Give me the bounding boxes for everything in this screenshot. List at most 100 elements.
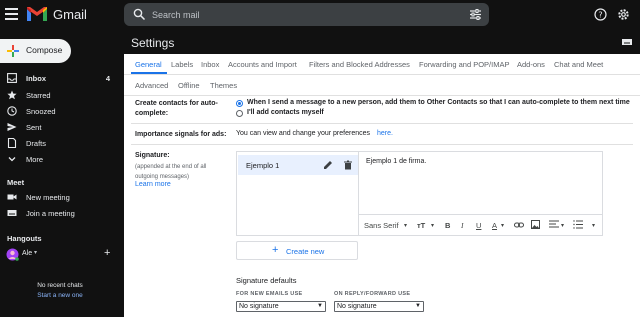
font-size-icon[interactable]: тT [417,221,425,230]
add-contact-icon[interactable]: + [104,247,110,259]
tab-themes[interactable]: Themes [210,81,237,97]
align-icon[interactable] [549,220,559,229]
chevron-down-icon [8,157,16,162]
sidebar-item-drafts[interactable]: Drafts [0,135,118,151]
tab-advanced[interactable]: Advanced [135,81,168,97]
avatar [6,248,19,261]
more-formatting-icon[interactable]: ▾ [592,222,595,229]
compose-button[interactable]: Compose [0,39,71,63]
draft-icon [7,138,17,148]
font-family-select[interactable]: Sans Serif [364,221,399,230]
sidebar-item-new-meeting[interactable]: New meeting [0,189,118,205]
importance-label: Importance signals for ads: [135,131,227,138]
gmail-logo-icon[interactable] [26,6,48,22]
create-new-signature-button[interactable]: + Create new [236,241,358,260]
sidebar-item-sent[interactable]: Sent [0,119,118,135]
signature-list-item[interactable]: Ejemplo 1 [238,155,358,175]
row-divider [131,123,633,124]
reply-forward-signature-select[interactable]: No signature ▼ [334,301,424,312]
new-emails-signature-select[interactable]: No signature ▼ [236,301,326,312]
tab-chat-meet[interactable]: Chat and Meet [554,60,603,76]
edit-icon[interactable] [323,160,333,170]
star-icon [7,90,17,100]
signature-editor: Ejemplo 1 Ejemplo 1 de firma. Sans Serif… [236,151,603,236]
sidebar-item-label: Inbox [26,73,46,83]
sidebar-item-snoozed[interactable]: Snoozed [0,103,118,119]
signature-defaults-title: Signature defaults [236,276,297,285]
create-contacts-auto-label: When I send a message to a new person, a… [247,99,630,106]
create-contacts-auto-radio[interactable] [236,100,243,107]
tab-labels[interactable]: Labels [171,60,193,76]
signature-list: Ejemplo 1 [237,152,359,235]
create-contacts-manual-label: I'll add contacts myself [247,109,324,116]
underline-icon[interactable]: U [476,221,481,230]
sidebar-item-join-meeting[interactable]: Join a meeting [0,205,118,221]
create-new-label: Create new [286,247,325,256]
plus-icon: + [272,244,279,256]
search-input[interactable] [152,7,452,22]
settings-tabs-row1: General Labels Inbox Accounts and Import… [124,59,640,75]
search-options-icon[interactable] [469,8,482,21]
new-meeting-label: New meeting [26,192,70,202]
reply-forward-signature-value: No signature [337,303,377,310]
new-emails-label: FOR NEW EMAILS USE [236,291,303,297]
chevron-down-icon: ▼ [415,303,421,309]
font-size-caret-icon[interactable]: ▾ [431,222,434,229]
unread-count: 4 [105,73,110,83]
image-icon[interactable] [531,220,540,229]
app-brand[interactable]: Gmail [53,7,87,22]
text-color-caret-icon[interactable]: ▾ [501,222,504,229]
link-icon[interactable] [514,221,524,229]
svg-text:?: ? [598,11,602,20]
sidebar-item-label: Sent [26,122,42,132]
tab-filters[interactable]: Filters and Blocked Addresses [309,60,410,76]
align-caret-icon[interactable]: ▾ [561,222,564,229]
meet-section-title: Meet [7,178,25,187]
search-bar[interactable] [124,3,489,26]
hangouts-user[interactable]: Ale ▾ + [6,247,116,262]
caret-down-icon[interactable]: ▾ [34,249,37,256]
sidebar: Compose Inbox 4 Starred Snoozed Sent Dra… [0,30,124,317]
create-contacts-label: Create contacts for auto-complete: [135,100,218,117]
tab-addons[interactable]: Add-ons [517,60,545,76]
sidebar-item-more[interactable]: More [0,151,118,167]
settings-tabs-row2: Advanced Offline Themes [124,80,640,96]
start-new-chat-link[interactable]: Start a new one [0,292,120,299]
main-menu-button[interactable] [5,8,18,20]
hangouts-section-title: Hangouts [7,234,42,243]
no-chats-text: No recent chats [37,282,83,289]
italic-icon[interactable]: I [461,221,464,230]
signature-name: Ejemplo 1 [246,161,280,170]
create-contacts-manual-radio[interactable] [236,110,243,117]
gear-icon[interactable] [617,8,630,21]
signature-body[interactable]: Ejemplo 1 de firma. [366,158,426,165]
text-color-icon[interactable]: A [492,221,497,230]
new-emails-signature-value: No signature [239,303,279,310]
chevron-down-icon: ▼ [317,303,323,309]
sidebar-item-starred[interactable]: Starred [0,87,118,103]
reply-forward-label: ON REPLY/FORWARD USE [334,291,411,297]
formatting-toolbar: Sans Serif ▾ тT ▾ B I U A ▾ ▾ ▾ [359,214,602,235]
clock-icon [7,106,17,116]
help-icon[interactable]: ? [594,8,607,21]
signature-label: Signature: [135,152,170,159]
row-divider [131,144,633,145]
tab-forwarding[interactable]: Forwarding and POP/IMAP [419,60,509,76]
sidebar-item-inbox[interactable]: Inbox 4 [0,70,118,86]
numbered-list-icon[interactable] [573,220,583,229]
tab-inbox[interactable]: Inbox [201,60,219,76]
learn-more-link[interactable]: Learn more [135,181,171,188]
search-icon[interactable] [133,8,146,21]
bold-icon[interactable]: B [445,221,450,230]
hangouts-user-name: Ale [22,250,33,257]
delete-icon[interactable] [343,160,353,170]
video-camera-icon [7,194,17,200]
importance-link[interactable]: here. [377,130,393,137]
input-tools-icon[interactable] [622,39,632,45]
join-meeting-label: Join a meeting [26,208,75,218]
compose-label: Compose [26,45,63,55]
inbox-icon [7,73,17,83]
tab-offline[interactable]: Offline [178,81,200,97]
tab-accounts[interactable]: Accounts and Import [228,60,297,76]
font-family-caret-icon[interactable]: ▾ [404,222,407,229]
